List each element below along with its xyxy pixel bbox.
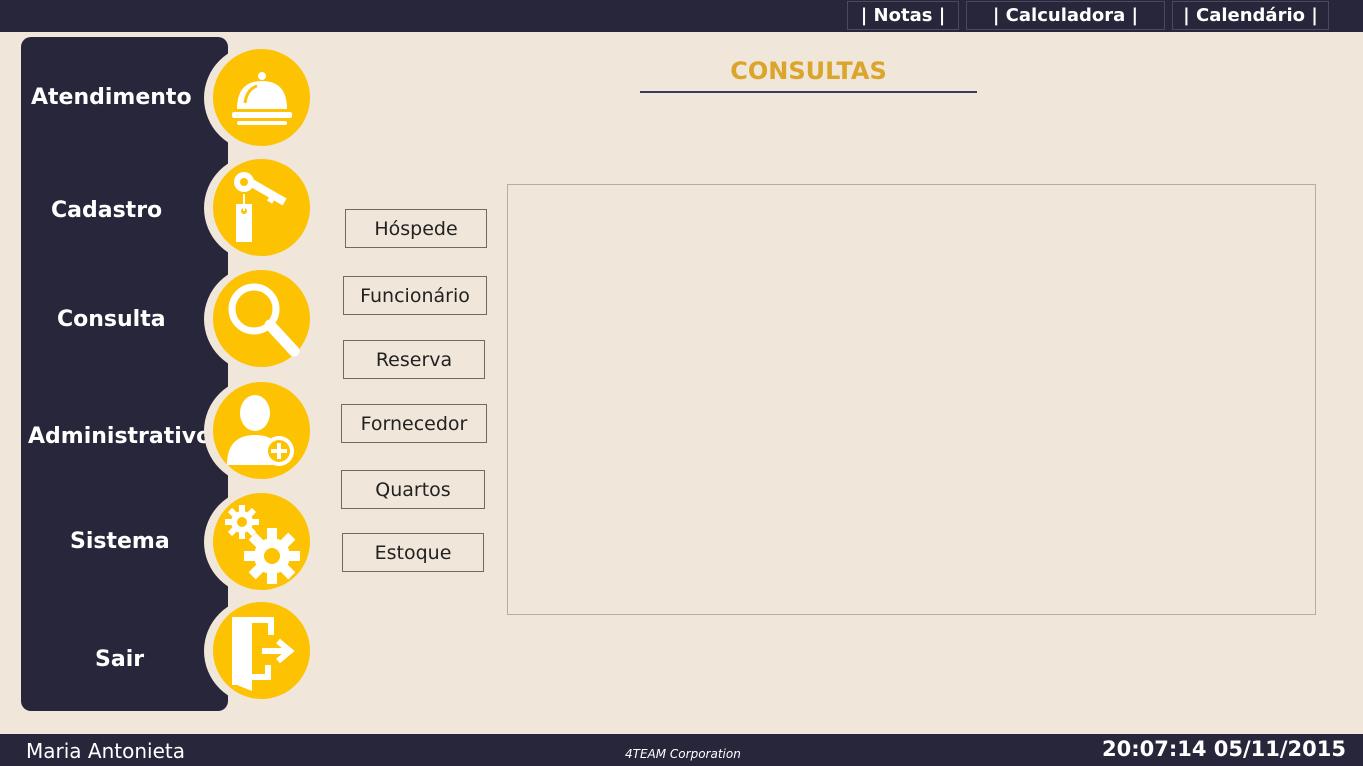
user-name: Maria Antonieta — [26, 739, 185, 763]
content-panel — [507, 184, 1316, 615]
sidebar-item-label: Atendimento — [31, 85, 192, 110]
sidebar-item-administrativo[interactable]: Administrativo — [21, 378, 311, 484]
funcionario-button[interactable]: Funcionário — [343, 276, 487, 315]
company-name: 4TEAM Corporation — [625, 747, 741, 761]
top-bar: | Notas | | Calculadora | | Calendário | — [0, 0, 1363, 32]
add-user-icon[interactable] — [204, 378, 310, 484]
sidebar-item-label: Cadastro — [51, 198, 163, 223]
sidebar-item-consulta[interactable]: Consulta — [21, 266, 311, 372]
page-title: CONSULTAS — [730, 57, 887, 85]
status-bar: Maria Antonieta 4TEAM Corporation 20:07:… — [0, 734, 1363, 766]
notes-button[interactable]: | Notas | — [847, 1, 959, 30]
hospede-button[interactable]: Hóspede — [345, 209, 487, 248]
title-underline — [640, 91, 977, 93]
calculator-button[interactable]: | Calculadora | — [966, 1, 1165, 30]
sidebar-item-label: Consulta — [57, 307, 166, 332]
quartos-button[interactable]: Quartos — [341, 470, 485, 509]
service-bell-icon[interactable] — [204, 45, 310, 151]
sidebar-item-label: Administrativo — [28, 424, 212, 449]
key-tag-icon[interactable] — [204, 155, 310, 261]
estoque-button[interactable]: Estoque — [342, 533, 484, 572]
exit-door-icon[interactable] — [204, 598, 310, 704]
gears-icon[interactable] — [204, 489, 310, 595]
datetime: 20:07:14 05/11/2015 — [1101, 737, 1346, 761]
sidebar-item-label: Sair — [95, 647, 145, 672]
sidebar-item-label: Sistema — [70, 529, 170, 554]
reserva-button[interactable]: Reserva — [343, 340, 485, 379]
sidebar-item-sistema[interactable]: Sistema — [21, 489, 311, 595]
calendar-button[interactable]: | Calendário | — [1172, 1, 1329, 30]
magnifier-icon[interactable] — [204, 266, 310, 372]
sidebar-item-sair[interactable]: Sair — [21, 598, 311, 704]
fornecedor-button[interactable]: Fornecedor — [341, 404, 487, 443]
sidebar-item-atendimento[interactable]: Atendimento — [21, 45, 311, 151]
sidebar-item-cadastro[interactable]: Cadastro — [21, 155, 311, 261]
